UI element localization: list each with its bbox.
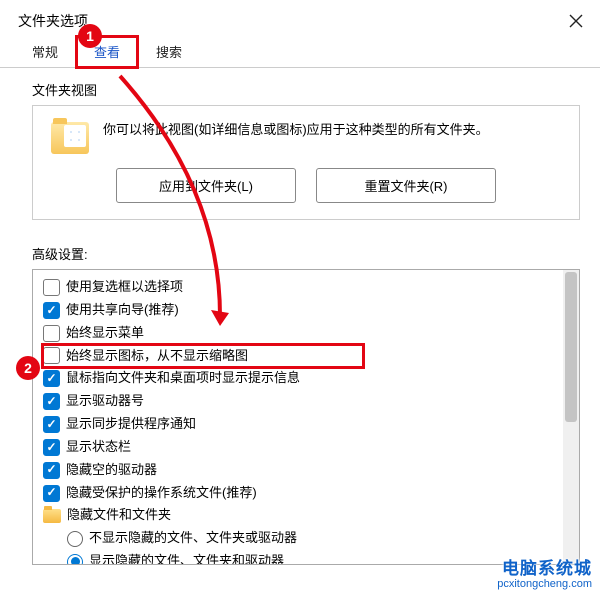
folder-view-label: 文件夹视图 (32, 80, 580, 99)
advanced-settings-list: 使用复选框以选择项使用共享向导(推荐) 始终显示菜单始终显示图标，从不显示缩略图鼠… (33, 270, 563, 564)
folder-view-group: 你可以将此视图(如详细信息或图标)应用于这种类型的所有文件夹。 应用到文件夹(L… (32, 105, 580, 220)
reset-folders-button[interactable]: 重置文件夹(R) (316, 168, 496, 203)
radio[interactable] (67, 554, 83, 564)
item-label: 隐藏受保护的操作系统文件(推荐) (66, 484, 257, 503)
tab-general[interactable]: 常规 (14, 36, 76, 68)
scrollbar[interactable] (563, 270, 579, 564)
checkbox[interactable] (43, 347, 60, 364)
checkbox[interactable] (43, 393, 60, 410)
folder-icon (51, 122, 89, 154)
checkbox[interactable] (43, 485, 60, 502)
item-label: 隐藏文件和文件夹 (67, 506, 171, 525)
item-label: 隐藏空的驱动器 (66, 461, 157, 480)
advanced-settings-label: 高级设置: (32, 244, 580, 263)
checkbox[interactable] (43, 302, 60, 319)
checkbox[interactable] (43, 439, 60, 456)
item-label: 显示驱动器号 (66, 392, 144, 411)
annotation-2: 2 (16, 356, 40, 380)
list-item[interactable]: 隐藏文件和文件夹 (43, 504, 559, 527)
scrollbar-thumb[interactable] (565, 272, 577, 422)
list-item[interactable]: 显示同步提供程序通知 (43, 413, 559, 436)
list-item[interactable]: 始终显示菜单 (43, 322, 559, 345)
item-label: 不显示隐藏的文件、文件夹或驱动器 (89, 529, 297, 548)
window-title: 文件夹选项 (18, 11, 88, 31)
close-icon (569, 14, 583, 28)
item-label: 始终显示图标，从不显示缩略图 (66, 347, 248, 366)
radio[interactable] (67, 531, 83, 547)
item-label: 显示状态栏 (66, 438, 131, 457)
checkbox[interactable] (43, 416, 60, 433)
tab-search[interactable]: 搜索 (138, 36, 200, 68)
checkbox[interactable] (43, 325, 60, 342)
item-label: 鼠标指向文件夹和桌面项时显示提示信息 (66, 369, 300, 388)
checkbox[interactable] (43, 370, 60, 387)
item-label: 显示隐藏的文件、文件夹和驱动器 (89, 552, 284, 564)
item-label: 显示同步提供程序通知 (66, 415, 196, 434)
watermark: 电脑系统城 pcxitongcheng.com (497, 559, 592, 591)
tab-content: 文件夹视图 你可以将此视图(如详细信息或图标)应用于这种类型的所有文件夹。 应用… (0, 68, 600, 565)
checkbox[interactable] (43, 462, 60, 479)
list-item[interactable]: 不显示隐藏的文件、文件夹或驱动器 (43, 527, 559, 550)
apply-to-folders-button[interactable]: 应用到文件夹(L) (116, 168, 296, 203)
folder-icon (43, 509, 61, 523)
watermark-main: 电脑系统城 (497, 559, 592, 579)
folder-view-desc: 你可以将此视图(如详细信息或图标)应用于这种类型的所有文件夹。 (103, 120, 489, 141)
advanced-settings-box: 使用复选框以选择项使用共享向导(推荐) 始终显示菜单始终显示图标，从不显示缩略图鼠… (32, 269, 580, 565)
list-item[interactable]: 始终显示图标，从不显示缩略图 (43, 345, 363, 368)
annotation-1: 1 (78, 24, 102, 48)
item-label: 使用共享向导(推荐) (66, 301, 179, 320)
list-item[interactable]: 隐藏空的驱动器 (43, 459, 559, 482)
checkbox[interactable] (43, 279, 60, 296)
list-item[interactable]: 显示驱动器号 (43, 390, 559, 413)
list-item[interactable]: 鼠标指向文件夹和桌面项时显示提示信息 (43, 367, 559, 390)
list-item[interactable]: 显示状态栏 (43, 436, 559, 459)
close-button[interactable] (564, 9, 588, 33)
list-item[interactable]: 显示隐藏的文件、文件夹和驱动器 (43, 550, 559, 564)
list-item[interactable]: 使用复选框以选择项 (43, 276, 559, 299)
item-label: 使用复选框以选择项 (66, 278, 183, 297)
watermark-sub: pcxitongcheng.com (497, 578, 592, 591)
list-item[interactable]: 隐藏受保护的操作系统文件(推荐) (43, 482, 559, 505)
list-item[interactable]: 使用共享向导(推荐) (43, 299, 559, 322)
item-label: 始终显示菜单 (66, 324, 144, 343)
